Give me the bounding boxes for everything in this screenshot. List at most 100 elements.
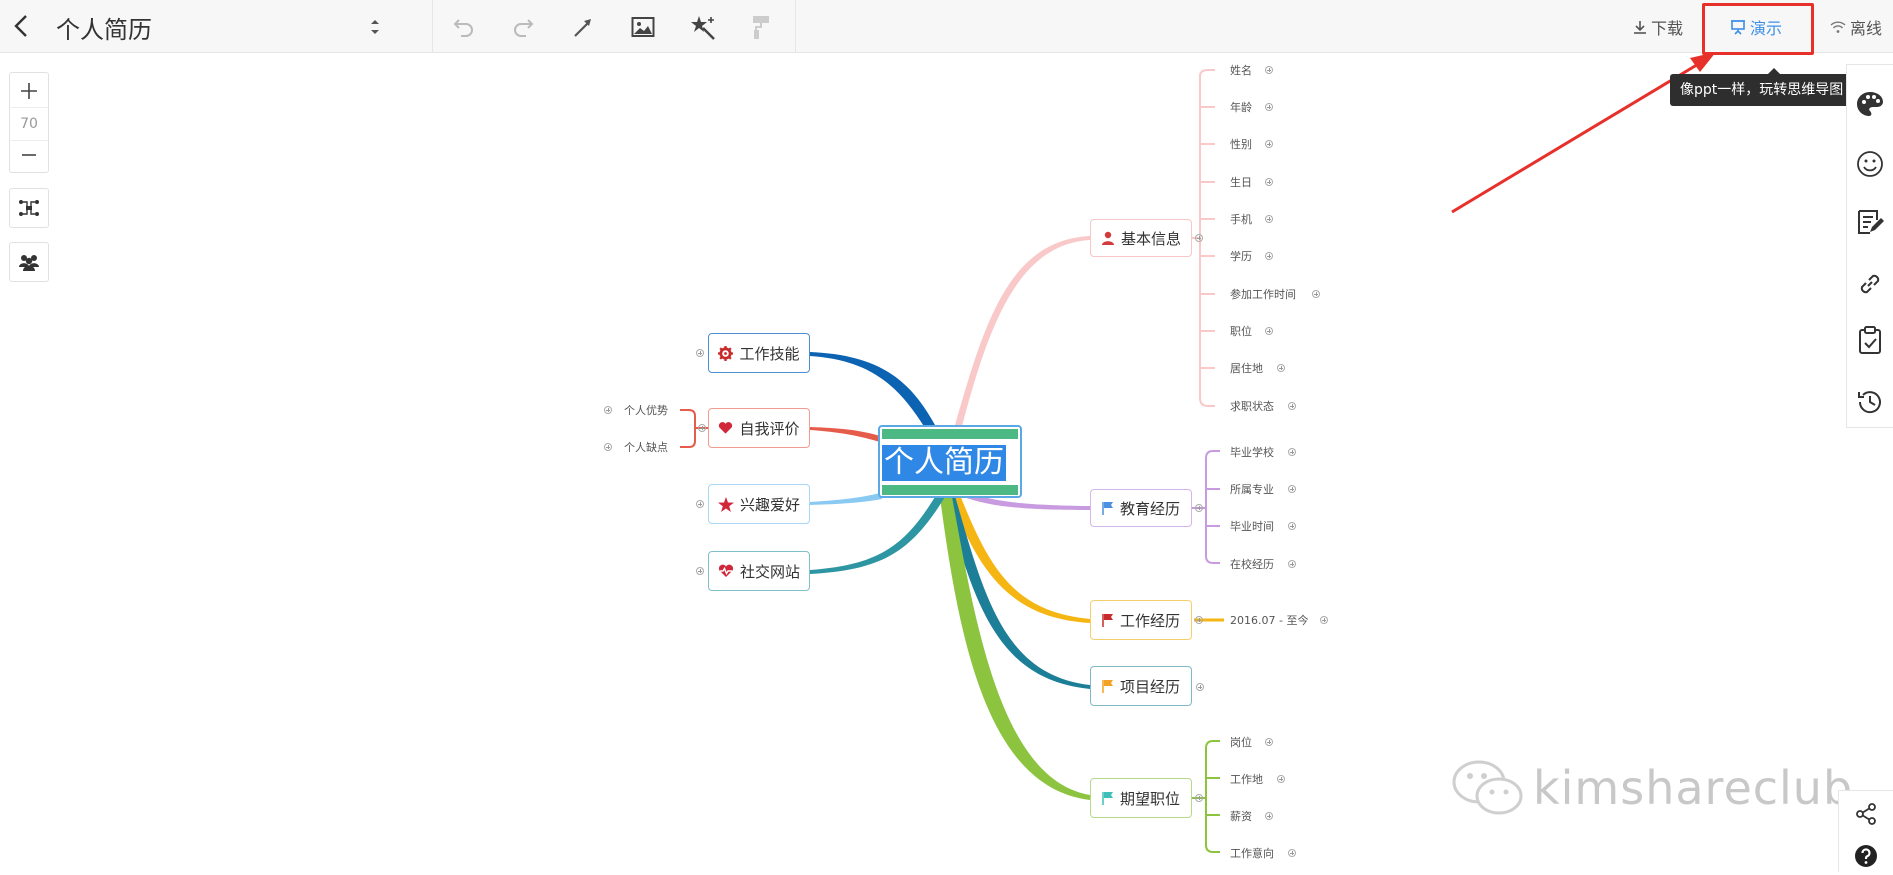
expand-icon[interactable] — [1265, 66, 1273, 74]
expand-icon[interactable] — [1277, 775, 1285, 783]
expand-icon[interactable] — [1288, 485, 1296, 493]
zoom-in-button[interactable] — [10, 75, 48, 107]
connector-button[interactable] — [567, 12, 599, 42]
expand-icon[interactable] — [1288, 849, 1296, 857]
collaboration-button[interactable] — [9, 242, 49, 282]
expand-icon[interactable] — [1277, 364, 1285, 372]
expand-icon[interactable] — [696, 500, 704, 508]
node-label: 社交网站 — [739, 562, 800, 581]
leaf-self-1[interactable]: 个人缺点 — [624, 439, 668, 455]
expand-icon[interactable] — [1265, 215, 1273, 223]
node-work-skills[interactable]: 工作技能 — [708, 333, 810, 373]
gear-icon — [718, 345, 734, 361]
node-label: 项目经历 — [1119, 677, 1180, 696]
expand-icon[interactable] — [1265, 140, 1273, 148]
leaf-basic-2[interactable]: 性别 — [1230, 136, 1252, 152]
leaf-expect-2[interactable]: 薪资 — [1230, 808, 1252, 824]
leaf-basic-9[interactable]: 求职状态 — [1230, 398, 1274, 414]
history-button[interactable] — [1851, 383, 1889, 421]
expand-icon[interactable] — [604, 406, 612, 414]
document-title[interactable]: 个人简历 — [56, 10, 152, 45]
node-label: 兴趣爱好 — [739, 495, 800, 514]
leaf-basic-0[interactable]: 姓名 — [1230, 62, 1252, 78]
present-tooltip: 像ppt一样，玩转思维导图 — [1670, 68, 1854, 106]
leaf-work-0[interactable]: 2016.07 - 至今 — [1230, 612, 1308, 628]
leaf-expect-1[interactable]: 工作地 — [1230, 771, 1263, 787]
leaf-basic-1[interactable]: 年龄 — [1230, 99, 1252, 115]
node-label: 工作技能 — [739, 344, 800, 363]
share-icon — [1856, 803, 1876, 825]
expand-icon[interactable] — [1265, 327, 1273, 335]
expand-icon[interactable] — [1312, 290, 1320, 298]
expand-icon[interactable] — [1265, 812, 1273, 820]
leaf-edu-1[interactable]: 所属专业 — [1230, 481, 1274, 497]
node-expected-position[interactable]: 期望职位 — [1090, 778, 1192, 818]
expand-icon[interactable] — [1288, 522, 1296, 530]
collapse-icon[interactable] — [1195, 794, 1203, 802]
expand-icon[interactable] — [696, 349, 704, 357]
link-button[interactable] — [1851, 265, 1889, 303]
structure-button[interactable] — [9, 188, 49, 228]
expand-icon[interactable] — [1196, 683, 1204, 691]
expand-icon[interactable] — [696, 567, 704, 575]
expand-icon[interactable] — [1288, 402, 1296, 410]
expand-icon[interactable] — [1265, 738, 1273, 746]
node-project-experience[interactable]: 项目经历 — [1090, 666, 1192, 706]
arrow-line-icon — [574, 19, 591, 37]
download-label: 下载 — [1651, 19, 1684, 38]
theme-button[interactable] — [1851, 85, 1889, 123]
leaf-edu-3[interactable]: 在校经历 — [1230, 556, 1274, 572]
leaf-basic-5[interactable]: 学历 — [1230, 248, 1252, 264]
leaf-basic-8[interactable]: 居住地 — [1230, 360, 1263, 376]
collapse-icon[interactable] — [698, 424, 706, 432]
leaf-basic-6[interactable]: 参加工作时间 — [1230, 286, 1296, 302]
link-icon — [1860, 274, 1880, 294]
leaf-expect-0[interactable]: 岗位 — [1230, 734, 1252, 750]
branch-link-basic-info — [955, 236, 1090, 426]
collapse-icon[interactable] — [1195, 234, 1203, 242]
magic-style-button[interactable] — [687, 12, 719, 42]
expand-icon[interactable] — [1265, 252, 1273, 260]
node-label: 教育经历 — [1119, 499, 1180, 518]
note-button[interactable] — [1851, 203, 1889, 241]
collapse-icon[interactable] — [1195, 504, 1203, 512]
expand-icon[interactable] — [1320, 616, 1328, 624]
insert-image-button[interactable] — [627, 12, 659, 42]
leaf-edu-0[interactable]: 毕业学校 — [1230, 444, 1274, 460]
leaf-basic-4[interactable]: 手机 — [1230, 211, 1252, 227]
paint-roller-icon — [753, 16, 769, 39]
back-button[interactable] — [10, 13, 34, 39]
node-hobbies[interactable]: 兴趣爱好 — [708, 484, 810, 524]
expand-icon[interactable] — [1288, 560, 1296, 568]
node-basic-info[interactable]: 基本信息 — [1090, 219, 1192, 257]
help-button[interactable] — [1847, 837, 1885, 875]
task-button[interactable] — [1851, 321, 1889, 359]
right-toolbar — [1846, 64, 1893, 428]
expand-icon[interactable] — [1265, 103, 1273, 111]
expand-icon[interactable] — [604, 443, 612, 451]
leaf-self-0[interactable]: 个人优势 — [624, 402, 668, 418]
zoom-out-button[interactable] — [10, 139, 48, 171]
redo-button[interactable] — [507, 12, 539, 42]
expand-icon[interactable] — [1288, 448, 1296, 456]
node-social-sites[interactable]: 社交网站 — [708, 551, 810, 591]
download-button[interactable]: 下载 — [1633, 15, 1683, 39]
leaf-basic-7[interactable]: 职位 — [1230, 323, 1252, 339]
collapse-icon[interactable] — [1195, 616, 1203, 624]
share-button[interactable] — [1847, 795, 1885, 833]
wechat-icon — [1452, 760, 1523, 815]
title-menu-button[interactable] — [368, 16, 382, 38]
central-node[interactable]: 个人简历 — [878, 425, 1022, 498]
undo-button[interactable] — [448, 12, 480, 42]
node-self-evaluation[interactable]: 自我评价 — [708, 408, 810, 448]
node-work-experience[interactable]: 工作经历 — [1090, 600, 1192, 640]
emoji-button[interactable] — [1851, 145, 1889, 183]
node-label: 自我评价 — [739, 419, 800, 438]
leaf-edu-2[interactable]: 毕业时间 — [1230, 518, 1274, 534]
format-painter-button[interactable] — [745, 12, 777, 42]
node-education[interactable]: 教育经历 — [1090, 489, 1192, 527]
leaf-basic-3[interactable]: 生日 — [1230, 174, 1252, 190]
leaf-expect-3[interactable]: 工作意向 — [1230, 845, 1274, 861]
offline-button[interactable]: 离线 — [1830, 15, 1882, 39]
expand-icon[interactable] — [1265, 178, 1273, 186]
